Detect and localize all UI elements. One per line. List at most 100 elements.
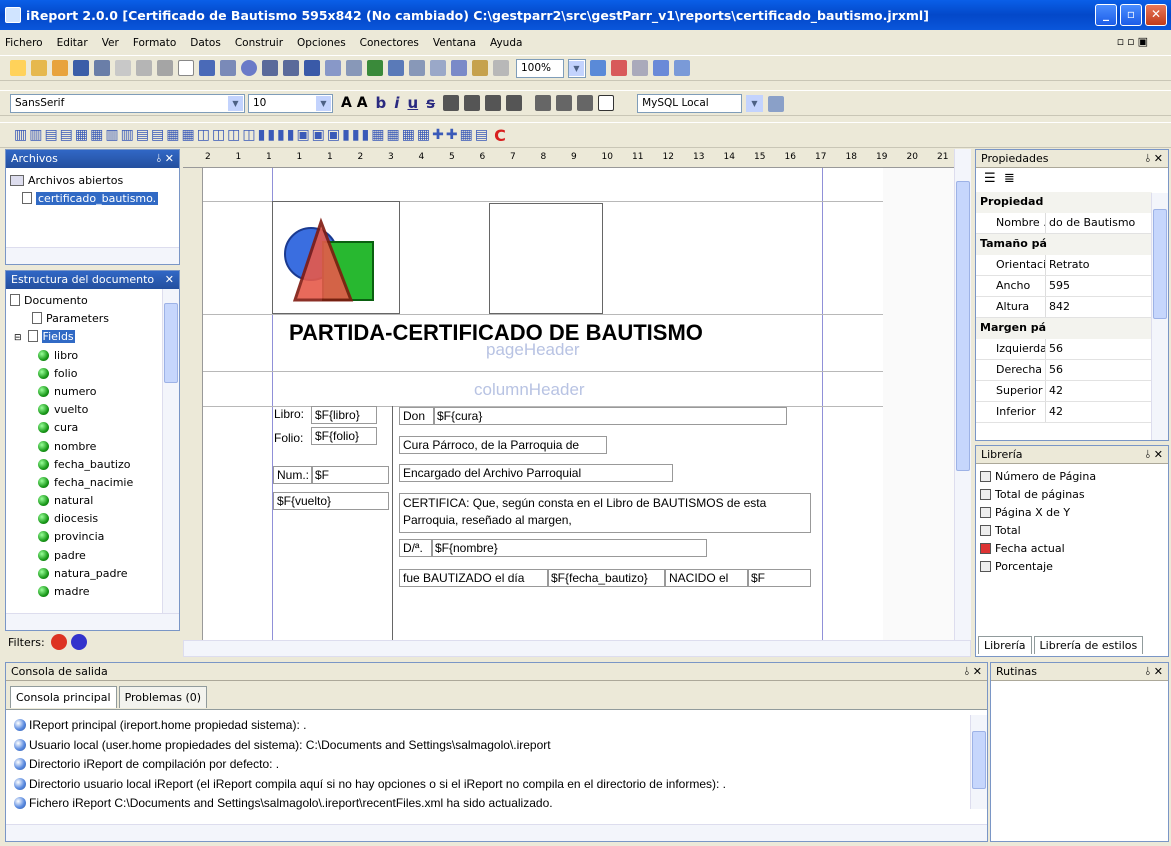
field-numero[interactable]: $F xyxy=(311,466,389,484)
align-right-icon[interactable] xyxy=(485,95,502,111)
tree-item-field[interactable]: natural xyxy=(10,492,175,510)
consola-vscroll[interactable] xyxy=(970,715,987,809)
panel-controls[interactable]: ⫰ ✕ xyxy=(157,152,175,166)
field-vuelto[interactable]: $F{vuelto} xyxy=(273,492,389,510)
propiedades-vscroll[interactable] xyxy=(1151,193,1168,440)
barcode-icon[interactable] xyxy=(409,60,425,76)
prop-value[interactable]: 56 xyxy=(1046,360,1152,380)
field-fecha-nacimiento[interactable]: $F xyxy=(747,569,811,587)
scroll-thumb[interactable] xyxy=(164,303,178,383)
c-icon[interactable]: C xyxy=(494,126,506,145)
collapse-icon[interactable]: ⊟ xyxy=(14,333,22,343)
scroll-thumb[interactable] xyxy=(956,181,970,471)
tree-item-field[interactable]: cura xyxy=(10,419,175,437)
tree-item-field[interactable]: madre xyxy=(10,583,175,601)
field-fecha-bautizo[interactable]: $F{fecha_bautizo} xyxy=(547,569,665,587)
new-icon[interactable] xyxy=(10,60,26,76)
tab-consola-principal[interactable]: Consola principal xyxy=(10,686,117,708)
text-icon[interactable] xyxy=(262,60,278,76)
tree-item-field[interactable]: vuelto xyxy=(10,401,175,419)
strike-icon[interactable]: s xyxy=(426,94,435,112)
tree-item-archivos-abiertos[interactable]: Archivos abiertos xyxy=(10,172,175,190)
tab-libreria[interactable]: Librería xyxy=(978,636,1032,654)
menu-conectores[interactable]: Conectores xyxy=(360,37,419,49)
run-db-icon[interactable] xyxy=(674,60,690,76)
label-cura-parroco[interactable]: Cura Párroco, de la Parroquia de xyxy=(399,436,607,454)
align-center-icon[interactable] xyxy=(464,95,481,111)
libreria-item[interactable]: Porcentaje xyxy=(980,558,1164,576)
menu-construir[interactable]: Construir xyxy=(235,37,283,49)
datasource-icon[interactable] xyxy=(768,96,784,112)
connection-dropdown[interactable]: ▼ xyxy=(746,95,763,112)
folder-icon[interactable] xyxy=(52,60,68,76)
valign-bottom-icon[interactable] xyxy=(577,95,594,111)
tree-item-file[interactable]: certificado_bautismo. xyxy=(10,190,175,208)
menu-ventana[interactable]: Ventana xyxy=(433,37,476,49)
categorized-icon[interactable]: ☰ xyxy=(984,171,996,186)
bold-icon[interactable]: b xyxy=(376,94,387,112)
minimize-button[interactable]: _ xyxy=(1095,4,1117,26)
field-cura[interactable]: $F{cura} xyxy=(433,407,787,425)
panel-controls[interactable]: ⫰ ✕ xyxy=(965,665,983,679)
field-icon[interactable] xyxy=(283,60,299,76)
valign-top-icon[interactable] xyxy=(535,95,552,111)
field-libro[interactable]: $F{libro} xyxy=(311,406,377,424)
compile-icon[interactable] xyxy=(632,60,648,76)
label-folio[interactable]: Folio: xyxy=(271,430,313,446)
label-don[interactable]: Don xyxy=(399,407,435,425)
label-nacido[interactable]: NACIDO el xyxy=(665,569,749,587)
menu-ver[interactable]: Ver xyxy=(102,37,119,49)
report-title[interactable]: PARTIDA-CERTIFICADO DE BAUTISMO xyxy=(289,320,703,346)
subreport-icon[interactable] xyxy=(346,60,362,76)
tree-item-field[interactable]: natura_padre xyxy=(10,565,175,583)
pointer-icon[interactable] xyxy=(178,60,194,76)
close-button[interactable]: ✕ xyxy=(1145,4,1167,26)
zoom-out-icon[interactable] xyxy=(611,60,627,76)
open-icon[interactable] xyxy=(31,60,47,76)
prop-row-inferior[interactable]: Inferior 42 xyxy=(976,402,1152,423)
filter-red-icon[interactable] xyxy=(51,634,68,650)
connection-select[interactable]: MySQL Local xyxy=(637,93,743,113)
libreria-item[interactable]: Total xyxy=(980,522,1164,540)
tree-item-field[interactable]: folio xyxy=(10,365,175,383)
panel-controls[interactable]: ⫰ ✕ xyxy=(1146,665,1164,679)
line-icon[interactable] xyxy=(199,60,215,76)
prop-category-propiedades[interactable]: Propiedad xyxy=(976,192,1152,213)
estructura-vscroll[interactable] xyxy=(162,289,179,614)
label-certifica[interactable]: CERTIFICA: Que, según consta en el Libro… xyxy=(399,493,811,533)
align-icon[interactable] xyxy=(430,60,446,76)
tree-item-field[interactable]: fecha_bautizo xyxy=(10,456,175,474)
sorted-icon[interactable]: ≣ xyxy=(1004,171,1015,186)
label-libro[interactable]: Libro: xyxy=(271,406,313,422)
save-icon[interactable] xyxy=(73,60,89,76)
underline-icon[interactable]: u xyxy=(407,94,418,112)
tree-item-field[interactable]: numero xyxy=(10,383,175,401)
report-canvas[interactable]: pageHeader PARTIDA-CERTIFICADO DE BAUTIS… xyxy=(203,168,954,640)
scroll-thumb[interactable] xyxy=(972,731,986,789)
prop-row-izquierda[interactable]: Izquierda 56 xyxy=(976,339,1152,360)
zoom-select[interactable]: 100% xyxy=(516,58,564,78)
tree-item-fields[interactable]: ⊟ Fields xyxy=(10,328,175,346)
rectangle-icon[interactable] xyxy=(220,60,236,76)
run-icon[interactable] xyxy=(653,60,669,76)
group-icon[interactable] xyxy=(472,60,488,76)
prop-row-nombre[interactable]: Nombre ...do de Bautismo xyxy=(976,213,1152,234)
panel-controls[interactable]: ⫰ ✕ xyxy=(1146,448,1164,462)
prop-category-tamano[interactable]: Tamaño pá xyxy=(976,234,1152,255)
font-size-select[interactable]: 10 ▼ xyxy=(248,93,333,113)
chart-icon[interactable] xyxy=(367,60,383,76)
prop-value[interactable]: 842 xyxy=(1046,297,1152,317)
tree-item-field[interactable]: diocesis xyxy=(10,510,175,528)
valign-middle-icon[interactable] xyxy=(556,95,573,111)
menu-formato[interactable]: Formato xyxy=(133,37,176,49)
prop-value[interactable]: 42 xyxy=(1046,402,1152,422)
menu-editar[interactable]: Editar xyxy=(57,37,88,49)
tree-item-field[interactable]: provincia xyxy=(10,528,175,546)
prop-row-altura[interactable]: Altura 842 xyxy=(976,297,1152,318)
libreria-item[interactable]: Número de Página xyxy=(980,468,1164,486)
field-folio[interactable]: $F{folio} xyxy=(311,427,377,445)
prop-value[interactable]: Retrato xyxy=(1046,255,1152,275)
prop-row-ancho[interactable]: Ancho 595 xyxy=(976,276,1152,297)
tree-item-parameters[interactable]: Parameters xyxy=(10,310,175,328)
panel-controls[interactable]: ⫰ ✕ xyxy=(1146,152,1164,166)
